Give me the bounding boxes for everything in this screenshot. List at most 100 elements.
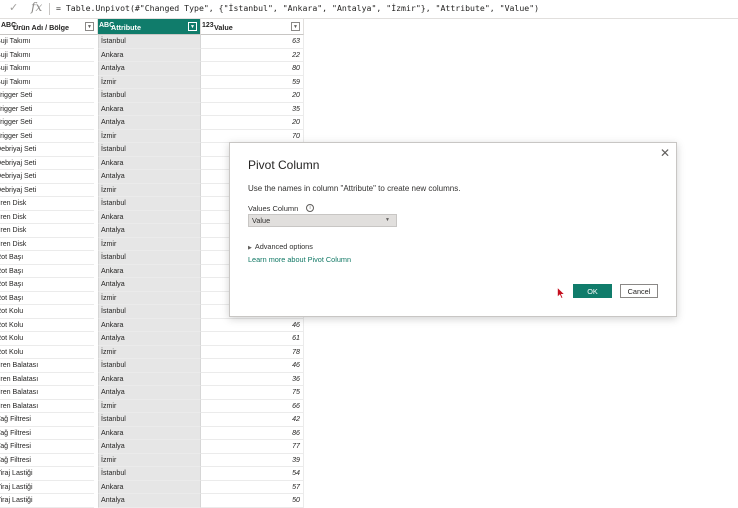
cell-product[interactable]: Fren Disk [0,197,94,211]
cell-value[interactable]: 75 [201,386,304,400]
cell-attribute[interactable]: Ankara [98,48,201,62]
ok-button[interactable]: OK [573,284,612,298]
column-header-attribute[interactable]: ABC Attribute ▼ [98,19,201,35]
cell-attribute[interactable]: İstanbul [98,305,201,319]
cell-value[interactable]: 59 [201,75,304,89]
cell-attribute[interactable]: İzmir [98,129,201,143]
cell-value[interactable]: 57 [201,480,304,494]
cell-attribute[interactable]: İzmir [98,291,201,305]
cell-attribute[interactable]: Ankara [98,318,201,332]
cell-product[interactable]: Fren Disk [0,238,94,251]
cell-value[interactable]: 78 [201,345,304,359]
cell-product[interactable]: Fren Disk [0,211,94,224]
cell-value[interactable]: 46 [201,359,304,373]
cell-value[interactable]: 80 [201,62,304,76]
cell-attribute[interactable]: Antalya [98,62,201,76]
cancel-button[interactable]: Cancel [620,284,658,298]
cell-value[interactable]: 35 [201,102,304,116]
check-icon[interactable]: ✓ [9,1,18,14]
cell-product[interactable]: Trigger Seti [0,130,94,143]
cell-attribute[interactable]: İzmir [98,453,201,467]
cell-value[interactable]: 54 [201,467,304,481]
fx-icon[interactable]: fx [31,0,42,14]
cell-attribute[interactable]: İstanbul [98,197,201,211]
cell-attribute[interactable]: İzmir [98,399,201,413]
cell-product[interactable]: Yağ Filtresi [0,454,94,467]
cell-attribute[interactable]: Antalya [98,386,201,400]
cell-product[interactable]: Rot Başı [0,251,94,265]
cell-value[interactable]: 39 [201,453,304,467]
cell-value[interactable]: 66 [201,399,304,413]
cell-product[interactable]: Debriyaj Seti [0,157,94,170]
cell-product[interactable]: Debriyaj Seti [0,170,94,184]
cell-value[interactable]: 46 [201,318,304,332]
cell-value[interactable]: 70 [201,129,304,143]
cell-product[interactable]: Rot Başı [0,265,94,278]
cell-product[interactable]: Rot Kolu [0,319,94,332]
cell-product[interactable]: Debriyaj Seti [0,184,94,197]
cell-attribute[interactable]: Ankara [98,102,201,116]
cell-attribute[interactable]: İstanbul [98,359,201,373]
cell-attribute[interactable]: İstanbul [98,89,201,103]
cell-product[interactable]: Rot Kolu [0,332,94,346]
learn-more-link[interactable]: Learn more about Pivot Column [248,255,351,264]
cell-attribute[interactable]: İstanbul [98,143,201,157]
values-column-select[interactable]: Value ▼ [248,214,397,227]
cell-product[interactable]: Fren Balatası [0,359,94,373]
cell-product[interactable]: Fren Disk [0,224,94,238]
cell-value[interactable]: 86 [201,426,304,440]
cell-product[interactable]: Yağ Filtresi [0,427,94,440]
cell-attribute[interactable]: Antalya [98,332,201,346]
cell-value[interactable]: 22 [201,48,304,62]
cell-attribute[interactable]: İzmir [98,345,201,359]
cell-product[interactable]: Buji Takımı [0,35,94,49]
cell-attribute[interactable]: İstanbul [98,413,201,427]
cell-product[interactable]: Debriyaj Seti [0,143,94,157]
cell-value[interactable]: 50 [201,494,304,508]
cell-product[interactable]: Trigger Seti [0,116,94,130]
cell-product[interactable]: Rot Başı [0,278,94,292]
cell-value[interactable]: 77 [201,440,304,454]
cell-attribute[interactable]: Ankara [98,372,201,386]
filter-dropdown-icon[interactable]: ▼ [85,22,94,31]
cell-attribute[interactable]: Ankara [98,480,201,494]
cell-product[interactable]: Rot Kolu [0,346,94,359]
number-type-icon[interactable]: 123 [202,22,214,29]
cell-value[interactable]: 63 [201,35,304,49]
cell-attribute[interactable]: Ankara [98,264,201,278]
cell-value[interactable]: 36 [201,372,304,386]
column-header-value[interactable]: 123 Value ▼ [201,19,304,35]
cell-product[interactable]: Buji Takımı [0,76,94,89]
cell-product[interactable]: Fren Balatası [0,373,94,386]
cell-product[interactable]: Yağ Filtresi [0,413,94,427]
cell-product[interactable]: Viraj Lastiği [0,494,94,508]
formula-input[interactable]: = Table.Unpivot(#"Changed Type", {"İstan… [56,3,539,13]
cell-value[interactable]: 42 [201,413,304,427]
cell-value[interactable]: 20 [201,116,304,130]
cell-attribute[interactable]: İstanbul [98,467,201,481]
cell-product[interactable]: Viraj Lastiği [0,467,94,481]
cell-attribute[interactable]: İzmir [98,183,201,197]
cell-attribute[interactable]: İstanbul [98,251,201,265]
cell-product[interactable]: Rot Başı [0,292,94,305]
cell-product[interactable]: Viraj Lastiği [0,481,94,494]
cell-product[interactable]: Buji Takımı [0,62,94,76]
filter-dropdown-icon[interactable]: ▼ [291,22,300,31]
close-icon[interactable]: ✕ [660,146,670,160]
advanced-options-toggle[interactable]: ▶ Advanced options [248,242,313,251]
cell-attribute[interactable]: Antalya [98,170,201,184]
cell-product[interactable]: Fren Balatası [0,386,94,400]
cell-attribute[interactable]: İzmir [98,237,201,251]
cell-attribute[interactable]: Antalya [98,494,201,508]
cell-attribute[interactable]: Antalya [98,224,201,238]
cell-attribute[interactable]: Ankara [98,426,201,440]
cell-product[interactable]: Rot Kolu [0,305,94,319]
cell-attribute[interactable]: İzmir [98,75,201,89]
cell-attribute[interactable]: İstanbul [98,35,201,49]
cell-attribute[interactable]: Ankara [98,210,201,224]
cell-product[interactable]: Trigger Seti [0,103,94,116]
cell-attribute[interactable]: Antalya [98,278,201,292]
cell-attribute[interactable]: Antalya [98,440,201,454]
cell-product[interactable]: Yağ Filtresi [0,440,94,454]
cell-product[interactable]: Trigger Seti [0,89,94,103]
